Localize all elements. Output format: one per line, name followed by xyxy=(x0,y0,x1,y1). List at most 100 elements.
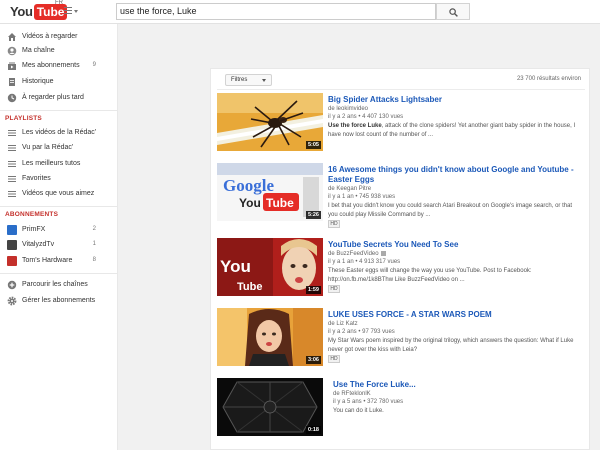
clock-icon xyxy=(7,93,17,103)
subscriptions-count: 9 xyxy=(92,62,96,68)
channel-count: 2 xyxy=(92,226,96,232)
video-description: My Star Wars poem inspired by the origin… xyxy=(328,337,583,354)
sidebar-item-subscriptions[interactable]: Mes abonnements 9 xyxy=(0,59,118,73)
video-thumbnail[interactable]: 5:05 xyxy=(217,93,323,151)
video-meta: il y a 2 ans • 97 793 vues xyxy=(328,329,395,335)
sidebar-item-my-channel[interactable]: Ma chaîne xyxy=(0,44,118,58)
video-description: Use the force Luke, attack of the clone … xyxy=(328,122,583,139)
sidebar-item-label: Les vidéos de la Rédac' xyxy=(22,129,97,136)
channel-link[interactable]: de BuzzFeedVideo xyxy=(328,251,386,257)
subscriptions-section-title[interactable]: ABONNEMENTS xyxy=(5,211,58,218)
sidebar-channel-vitalyzdtv[interactable]: VitalyzdTv 1 xyxy=(0,238,118,252)
thumb-tube-text: Tube xyxy=(237,281,262,293)
video-duration: 0:18 xyxy=(305,426,321,434)
video-title-link[interactable]: LUKE USES FORCE - A STAR WARS POEM xyxy=(328,310,587,320)
video-description: You can do it Luke. xyxy=(333,407,588,416)
sidebar-channel-primfx[interactable]: PrimFX 2 xyxy=(0,223,118,237)
video-meta: il y a 2 ans • 4 407 130 vues xyxy=(328,114,404,120)
video-title-link[interactable]: Big Spider Attacks Lightsaber xyxy=(328,95,587,105)
thumb-you-text: You xyxy=(220,257,251,276)
description-text: I bet that you didn't know you could sea… xyxy=(328,203,573,218)
sidebar-item-label: Tom's Hardware xyxy=(22,257,73,264)
search-results-panel: Filtres 23 700 résultats environ 5:05 Bi… xyxy=(210,68,590,450)
channel-count: 8 xyxy=(92,257,96,263)
video-description: I bet that you didn't know you could sea… xyxy=(328,202,583,219)
playlist-icon xyxy=(8,161,16,167)
history-icon xyxy=(9,78,15,86)
sidebar-item-watch[interactable]: Vidéos à regarder xyxy=(0,30,118,44)
video-title-link[interactable]: YouTube Secrets You Need To See xyxy=(328,240,587,250)
sidebar-item-label: PrimFX xyxy=(22,226,46,233)
sidebar-item-label: VitalyzdTv xyxy=(22,241,55,248)
hd-badge: HD xyxy=(328,220,340,228)
channel-link[interactable]: de RFteklonlK xyxy=(333,391,371,397)
channel-link[interactable]: de Liz Katz xyxy=(328,321,358,327)
sidebar-divider xyxy=(0,110,118,111)
video-result: You Tube 1:59 YouTube Secrets You Need T… xyxy=(217,238,587,302)
hd-badge: HD xyxy=(328,355,340,363)
panel-divider xyxy=(217,89,585,90)
sidebar-channel-toms-hardware[interactable]: Tom's Hardware 8 xyxy=(0,254,118,268)
sidebar-playlist-item[interactable]: Favorites xyxy=(0,172,118,186)
playlist-icon xyxy=(8,176,16,182)
video-result: 3:06 LUKE USES FORCE - A STAR WARS POEM … xyxy=(217,308,587,372)
playlist-icon xyxy=(8,145,16,151)
sidebar-playlist-item[interactable]: Vidéos que vous aimez xyxy=(0,187,118,201)
verified-icon xyxy=(380,251,386,256)
sidebar-playlist-item[interactable]: Vu par la Rédac' xyxy=(0,141,118,155)
thumb-google-text: Google xyxy=(223,176,274,195)
sidebar-item-watch-later[interactable]: À regarder plus tard xyxy=(0,91,118,105)
video-result: 0:18 Use The Force Luke... de RFteklonlK… xyxy=(217,378,587,442)
channel-avatar xyxy=(7,240,17,250)
sidebar-item-label: Ma chaîne xyxy=(22,47,55,54)
video-result: 5:05 Big Spider Attacks Lightsaber de le… xyxy=(217,93,587,157)
video-duration: 1:59 xyxy=(305,286,321,294)
guide-menu-button[interactable] xyxy=(64,7,78,17)
sidebar-item-label: À regarder plus tard xyxy=(22,94,84,101)
video-description: These Easter eggs will change the way yo… xyxy=(328,267,583,284)
sidebar-item-browse-channels[interactable]: Parcourir les chaînes xyxy=(0,278,118,292)
video-title-link[interactable]: 16 Awesome things you didn't know about … xyxy=(328,165,587,185)
logo-you-text: You xyxy=(10,4,33,19)
sidebar-divider xyxy=(0,273,118,274)
sidebar-item-label: Historique xyxy=(22,78,54,85)
video-meta: il y a 1 an • 745 938 vues xyxy=(328,194,396,200)
channel-avatar xyxy=(7,225,17,235)
search-input[interactable]: use the force, Luke xyxy=(116,3,436,20)
description-text: You can do it Luke. xyxy=(333,408,384,414)
playlist-icon xyxy=(8,191,16,197)
sidebar-item-label: Les meilleurs tutos xyxy=(22,160,81,167)
video-thumbnail[interactable]: 3:06 xyxy=(217,308,323,366)
sidebar-playlist-item[interactable]: Les vidéos de la Rédac' xyxy=(0,126,118,140)
sidebar-playlist-item[interactable]: Les meilleurs tutos xyxy=(0,157,118,171)
hamburger-icon xyxy=(64,7,72,14)
sidebar-divider xyxy=(0,206,118,207)
search-button[interactable] xyxy=(436,3,470,20)
sidebar-item-history[interactable]: Historique xyxy=(0,75,118,89)
playlists-section-title[interactable]: PLAYLISTS xyxy=(5,115,42,122)
video-duration: 5:05 xyxy=(305,141,321,149)
sidebar-item-label: Vidéos à regarder xyxy=(22,33,78,40)
sidebar-item-manage-subscriptions[interactable]: Gérer les abonnements xyxy=(0,294,118,308)
user-icon xyxy=(7,46,17,56)
video-title-link[interactable]: Use The Force Luke... xyxy=(333,380,592,390)
video-result: Google You Tube 5:26 16 Awesome things y… xyxy=(217,163,587,228)
filters-label: Filtres xyxy=(231,77,248,83)
sidebar-item-label: Gérer les abonnements xyxy=(22,297,96,304)
guide-sidebar: Vidéos à regarder Ma chaîne Mes abonneme… xyxy=(0,24,118,450)
video-meta: il y a 5 ans • 372 780 vues xyxy=(333,399,404,405)
description-highlight: Use the force Luke xyxy=(328,123,382,129)
video-thumbnail[interactable]: 0:18 xyxy=(217,378,323,436)
channel-avatar xyxy=(7,256,17,266)
channel-count: 1 xyxy=(92,241,96,247)
sidebar-item-label: Favorites xyxy=(22,175,51,182)
video-thumbnail[interactable]: You Tube 1:59 xyxy=(217,238,323,296)
region-label: FR xyxy=(55,0,63,6)
gear-icon xyxy=(7,296,17,306)
video-thumbnail[interactable]: Google You Tube 5:26 xyxy=(217,163,323,221)
channel-link[interactable]: de leokimvideo xyxy=(328,106,368,112)
filters-button[interactable]: Filtres xyxy=(225,74,272,86)
channel-link[interactable]: de Keegan Pitre xyxy=(328,186,371,192)
results-count: 23 700 résultats environ xyxy=(516,76,581,82)
home-icon xyxy=(8,33,16,41)
